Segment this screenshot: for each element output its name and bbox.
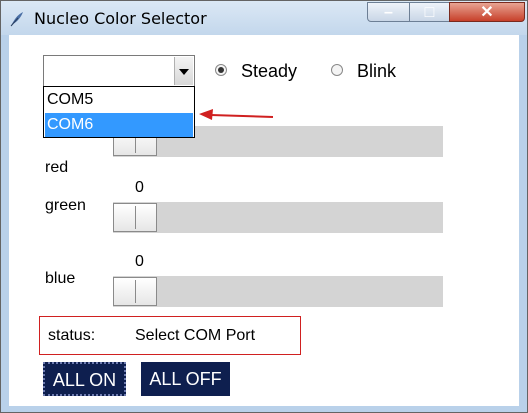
com-port-dropdown-list: COM5 COM6	[43, 86, 195, 138]
all-on-button[interactable]: ALL ON	[43, 362, 126, 396]
maximize-button[interactable]: □	[409, 2, 450, 22]
feather-icon	[10, 12, 23, 27]
dropdown-button[interactable]	[174, 57, 193, 85]
minimize-button[interactable]: –	[367, 2, 410, 22]
steady-radio-dot	[215, 64, 227, 76]
green-slider-thumb[interactable]	[113, 203, 157, 232]
all-off-button[interactable]: ALL OFF	[141, 362, 230, 396]
status-box: status: Select COM Port	[39, 316, 301, 355]
blink-label: Blink	[357, 61, 397, 81]
green-value: 0	[135, 179, 144, 196]
app-window: Nucleo Color Selector – □ ✕ Steady Blink…	[0, 0, 528, 413]
green-slider[interactable]	[113, 202, 443, 233]
chevron-down-icon	[179, 69, 189, 75]
blue-value: 0	[135, 253, 144, 270]
blue-slider[interactable]	[113, 276, 443, 307]
red-label: red	[45, 159, 69, 176]
blink-radio-dot	[331, 64, 343, 76]
maximize-icon: □	[424, 4, 435, 21]
option-com5[interactable]: COM5	[45, 88, 193, 112]
green-label: green	[45, 197, 86, 214]
steady-label: Steady	[241, 61, 298, 81]
status-label: status:	[48, 327, 96, 344]
close-button[interactable]: ✕	[449, 2, 525, 22]
blue-slider-thumb[interactable]	[113, 277, 157, 306]
window-title: Nucleo Color Selector	[34, 9, 207, 28]
option-com6[interactable]: COM6	[45, 113, 193, 137]
title-bar[interactable]: Nucleo Color Selector – □ ✕	[1, 1, 527, 35]
close-icon: ✕	[480, 4, 494, 21]
client-area: Steady Blink 0 red 0 green 0 blue COM5 C…	[9, 35, 519, 406]
minimize-icon: –	[384, 4, 393, 21]
com-port-select[interactable]	[43, 55, 195, 87]
arrow-left-icon	[199, 109, 274, 120]
status-text: Select COM Port	[135, 327, 256, 344]
blue-label: blue	[45, 270, 76, 287]
